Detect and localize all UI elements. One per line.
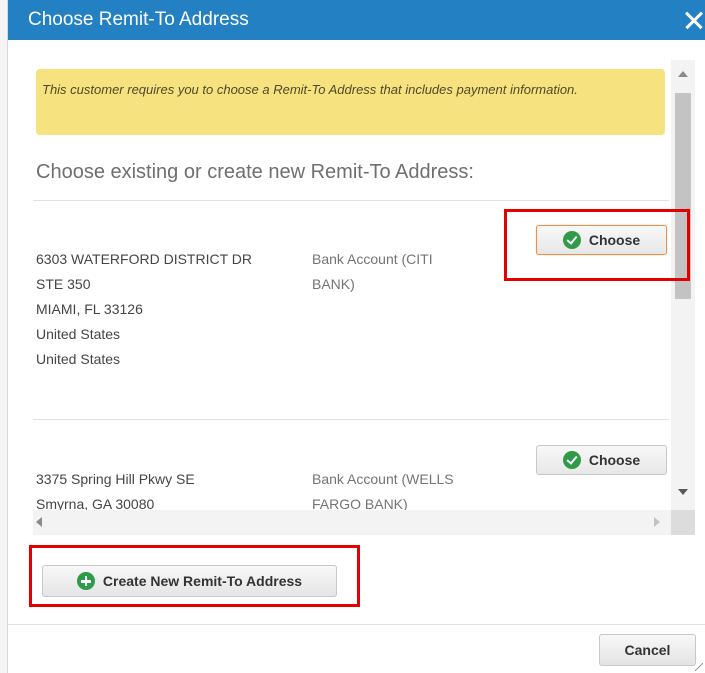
choose-address-button[interactable]: Choose [536,445,667,475]
choose-address-button[interactable]: Choose [536,225,667,255]
payment-line: Bank Account (CITI [312,251,433,267]
choose-button-label: Choose [588,232,641,248]
create-remit-to-address-button[interactable]: Create New Remit-To Address [42,565,337,597]
address-details: 6303 WATERFORD DISTRICT DR STE 350 MIAMI… [36,247,252,372]
address-line: United States [36,351,121,367]
close-icon[interactable] [677,4,705,36]
vertical-scroll-thumb[interactable] [675,93,691,299]
check-circle-icon [562,231,581,249]
address-line: 6303 WATERFORD DISTRICT DR [36,251,252,267]
section-heading: Choose existing or create new Remit-To A… [36,161,474,183]
create-button-label: Create New Remit-To Address [102,573,303,589]
choose-button-label: Choose [588,452,641,468]
cancel-button[interactable]: Cancel [599,634,696,666]
dialog-title: Choose Remit-To Address [28,9,249,30]
list-divider [33,419,669,420]
vertical-scrollbar[interactable] [671,60,695,510]
address-line: 3375 Spring Hill Pkwy SE [36,471,195,487]
list-divider [33,200,669,201]
address-line: MIAMI, FL 33126 [36,301,143,317]
scroll-left-arrow-icon[interactable] [36,517,42,527]
cancel-button-label: Cancel [624,642,671,658]
horizontal-scrollbar[interactable] [33,510,671,535]
background-page-edge [0,0,8,673]
resize-handle-icon[interactable] [695,663,703,671]
payment-line: Bank Account (WELLS [312,471,454,487]
footer-divider [8,624,705,625]
check-circle-icon [562,451,581,469]
payment-method: Bank Account (CITI BANK) [312,247,433,297]
scroll-right-arrow-icon[interactable] [654,517,660,527]
address-line: United States [36,326,121,342]
dialog-header: Choose Remit-To Address [8,0,705,40]
remit-to-dialog: Choose Remit-To Address This customer re… [8,0,705,673]
scroll-up-arrow-icon[interactable] [678,71,688,77]
scrollbar-corner [671,510,695,535]
payment-info-notice: This customer requires you to choose a R… [36,69,665,135]
address-line: STE 350 [36,276,91,292]
scroll-down-arrow-icon[interactable] [678,489,688,495]
payment-line: BANK) [312,276,355,292]
address-list-scroll-area[interactable]: This customer requires you to choose a R… [33,60,669,535]
plus-circle-icon [76,572,95,590]
